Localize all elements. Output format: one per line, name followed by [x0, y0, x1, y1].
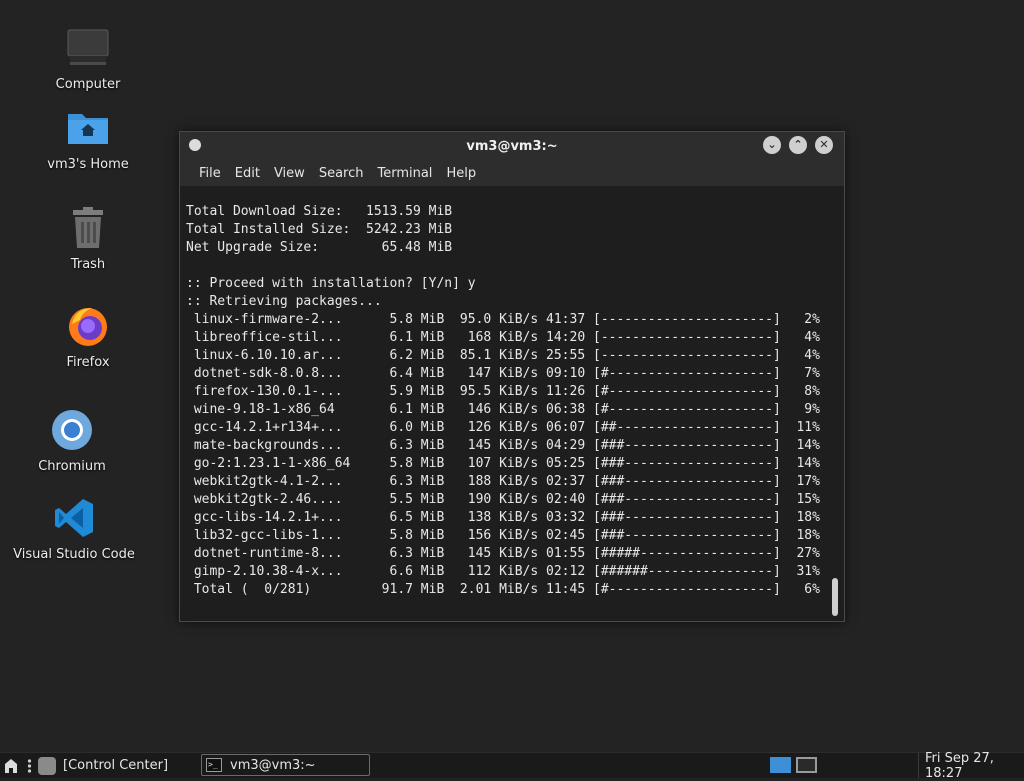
- menu-edit[interactable]: Edit: [228, 166, 267, 181]
- title-bar[interactable]: vm3@vm3:~ ⌄ ⌃ ✕: [180, 132, 844, 160]
- menu-view[interactable]: View: [267, 166, 312, 181]
- workspace-1[interactable]: [770, 757, 791, 773]
- menu-terminal[interactable]: Terminal: [370, 166, 439, 181]
- terminal-output[interactable]: Total Download Size: 1513.59 MiB Total In…: [180, 186, 826, 621]
- terminal-line: gimp-2.10.38-4-x... 6.6 MiB 112 KiB/s 02…: [186, 564, 820, 579]
- desktop-icon-chromium[interactable]: Chromium: [32, 406, 112, 475]
- control-center-label: [Control Center]: [63, 758, 169, 773]
- menu-icon[interactable]: [4, 753, 18, 778]
- task-label: vm3@vm3:~: [230, 757, 316, 773]
- vscode-icon: [50, 494, 98, 542]
- desktop-icon-vscode[interactable]: Visual Studio Code: [13, 494, 135, 563]
- trash-icon: [64, 204, 112, 252]
- terminal-line: :: Proceed with installation? [Y/n] y: [186, 276, 476, 291]
- task-button-terminal[interactable]: >_ vm3@vm3:~: [201, 754, 370, 776]
- control-center-launcher[interactable]: [Control Center]: [38, 753, 168, 778]
- terminal-line: libreoffice-stil... 6.1 MiB 168 KiB/s 14…: [186, 330, 820, 345]
- computer-icon: [64, 24, 112, 72]
- terminal-icon: >_: [206, 758, 222, 772]
- desktop-icon-firefox[interactable]: Firefox: [48, 302, 128, 371]
- workspace-2[interactable]: [796, 757, 817, 773]
- terminal-line: gcc-libs-14.2.1+... 6.5 MiB 138 KiB/s 03…: [186, 510, 820, 525]
- desktop-icon-label: vm3's Home: [47, 157, 129, 172]
- window-menu-icon[interactable]: [189, 139, 201, 151]
- desktop-icon-label: Trash: [70, 257, 106, 272]
- scrollbar-thumb[interactable]: [832, 578, 838, 616]
- terminal-line: dotnet-sdk-8.0.8... 6.4 MiB 147 KiB/s 09…: [186, 366, 820, 381]
- taskbar: [Control Center] >_ vm3@vm3:~ Fri Sep 27…: [0, 750, 1024, 781]
- terminal-line: dotnet-runtime-8... 6.3 MiB 145 KiB/s 01…: [186, 546, 820, 561]
- menu-bar: File Edit View Search Terminal Help: [180, 160, 844, 186]
- window-title: vm3@vm3:~: [466, 138, 558, 154]
- menu-file[interactable]: File: [192, 166, 228, 181]
- clock[interactable]: Fri Sep 27, 18:27: [918, 750, 1024, 781]
- terminal-line: firefox-130.0.1-... 5.9 MiB 95.5 KiB/s 1…: [186, 384, 820, 399]
- minimize-button[interactable]: ⌄: [763, 136, 781, 154]
- desktop-icon-label: Firefox: [66, 355, 110, 370]
- terminal-line: Total ( 0/281) 91.7 MiB 2.01 MiB/s 11:45…: [186, 582, 820, 597]
- settings-icon: [38, 756, 56, 775]
- maximize-button[interactable]: ⌃: [789, 136, 807, 154]
- terminal-line: webkit2gtk-4.1-2... 6.3 MiB 188 KiB/s 02…: [186, 474, 820, 489]
- terminal-line: Total Download Size: 1513.59 MiB: [186, 204, 453, 219]
- desktop-icon-label: Computer: [55, 77, 121, 92]
- desktop-icon-trash[interactable]: Trash: [48, 204, 128, 273]
- desktop-icon-label: Chromium: [38, 459, 106, 474]
- terminal-line: wine-9.18-1-x86_64 6.1 MiB 146 KiB/s 06:…: [186, 402, 820, 417]
- drag-handle-icon[interactable]: [27, 753, 32, 778]
- terminal-window[interactable]: vm3@vm3:~ ⌄ ⌃ ✕ File Edit View Search Te…: [179, 131, 845, 622]
- terminal-line: linux-firmware-2... 5.8 MiB 95.0 KiB/s 4…: [186, 312, 820, 327]
- terminal-line: Net Upgrade Size: 65.48 MiB: [186, 240, 453, 255]
- menu-help[interactable]: Help: [439, 166, 483, 181]
- terminal-line: lib32-gcc-libs-1... 5.8 MiB 156 KiB/s 02…: [186, 528, 820, 543]
- terminal-line: linux-6.10.10.ar... 6.2 MiB 85.1 KiB/s 2…: [186, 348, 820, 363]
- terminal-line: :: Retrieving packages...: [186, 294, 382, 309]
- terminal-line: go-2:1.23.1-1-x86_64 5.8 MiB 107 KiB/s 0…: [186, 456, 820, 471]
- close-button[interactable]: ✕: [815, 136, 833, 154]
- desktop-icon-home[interactable]: vm3's Home: [40, 104, 136, 173]
- desktop-icon-computer[interactable]: Computer: [48, 24, 128, 93]
- terminal-line: webkit2gtk-2.46.... 5.5 MiB 190 KiB/s 02…: [186, 492, 820, 507]
- scrollbar[interactable]: [826, 186, 844, 621]
- menu-search[interactable]: Search: [312, 166, 371, 181]
- chromium-icon: [48, 406, 96, 454]
- home-folder-icon: [64, 104, 112, 152]
- desktop-icon-label: Visual Studio Code: [13, 547, 135, 562]
- terminal-line: gcc-14.2.1+r134+... 6.0 MiB 126 KiB/s 06…: [186, 420, 820, 435]
- terminal-line: mate-backgrounds... 6.3 MiB 145 KiB/s 04…: [186, 438, 820, 453]
- clock-text: Fri Sep 27, 18:27: [925, 750, 994, 781]
- terminal-line: Total Installed Size: 5242.23 MiB: [186, 222, 453, 237]
- firefox-icon: [64, 302, 112, 350]
